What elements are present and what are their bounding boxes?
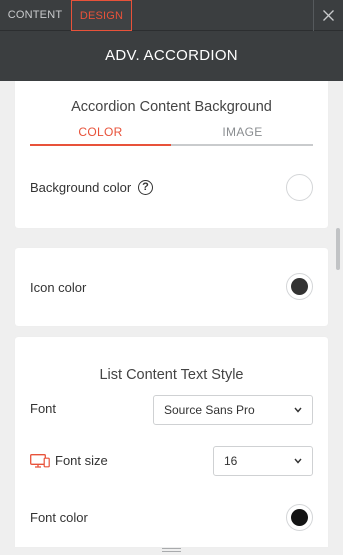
list-text-style-panel: List Content Text Style Font Source Sans… <box>15 337 328 547</box>
subtab-active-indicator <box>30 144 171 146</box>
chevron-down-icon <box>294 458 302 464</box>
accordion-background-title: Accordion Content Background <box>71 99 272 115</box>
resize-grip-icon[interactable] <box>162 548 181 554</box>
desktop-mobile-icon[interactable] <box>30 454 50 468</box>
background-color-picker[interactable] <box>286 174 313 201</box>
icon-color-label: Icon color <box>30 280 87 295</box>
font-size-select-value: 16 <box>224 454 238 468</box>
font-select[interactable]: Source Sans Pro <box>153 395 313 425</box>
panel-header-title: ADV. ACCORDION <box>0 31 343 81</box>
subtab-divider <box>171 144 313 146</box>
chevron-down-icon <box>294 407 302 413</box>
subtab-image[interactable]: IMAGE <box>172 125 313 139</box>
close-button[interactable] <box>313 0 343 31</box>
font-label: Font <box>30 401 57 416</box>
tab-content[interactable]: CONTENT <box>0 0 70 31</box>
icon-color-swatch <box>291 278 308 295</box>
subtab-color[interactable]: COLOR <box>30 125 171 139</box>
background-subtabs: COLOR IMAGE <box>30 125 313 147</box>
list-text-style-title: List Content Text Style <box>99 367 244 383</box>
icon-color-picker[interactable] <box>286 273 313 300</box>
close-icon <box>323 10 334 21</box>
font-size-select[interactable]: 16 <box>213 446 313 476</box>
background-color-label: Background color <box>30 180 132 195</box>
font-color-swatch <box>291 509 308 526</box>
scrollbar-thumb[interactable] <box>336 228 340 270</box>
icon-color-panel: Icon color <box>15 248 328 326</box>
font-color-picker[interactable] <box>286 504 313 531</box>
accordion-background-panel: Accordion Content Background COLOR IMAGE… <box>15 81 328 228</box>
help-icon[interactable]: ? <box>138 180 153 195</box>
top-tab-bar: CONTENT DESIGN <box>0 0 343 31</box>
font-size-label: Font size <box>55 453 108 468</box>
tab-design[interactable]: DESIGN <box>71 0 132 31</box>
font-color-label: Font color <box>30 510 88 525</box>
font-select-value: Source Sans Pro <box>164 403 255 417</box>
